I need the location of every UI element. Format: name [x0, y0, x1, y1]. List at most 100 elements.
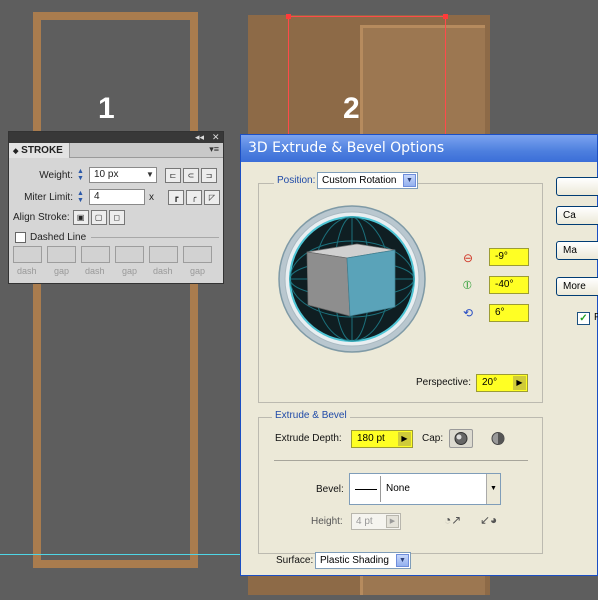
dash-field-3[interactable] — [149, 246, 178, 263]
more-options-button[interactable]: More — [556, 277, 598, 296]
miter-stepper-icon[interactable]: ▲ ▼ — [76, 189, 85, 205]
dashed-row: Dashed Line — [15, 232, 220, 243]
align-inside-icon[interactable]: ▢ — [90, 210, 107, 225]
dashed-line-checkbox[interactable] — [15, 232, 26, 243]
extrude-depth-label: Extrude Depth: — [275, 433, 342, 444]
gap-field-1[interactable] — [47, 246, 76, 263]
weight-select[interactable]: 10 px ▼ — [89, 167, 157, 183]
dash-label: dash — [85, 266, 105, 276]
x-rotation-input[interactable]: -9° — [489, 248, 529, 266]
miter-row: Miter Limit: ▲ ▼ 4 x ┏ ╭ ◸ — [13, 189, 220, 205]
align-stroke-label: Align Stroke: — [13, 212, 70, 223]
step-label-2: 2 — [343, 92, 360, 125]
chevron-down-icon[interactable]: ▼ — [403, 174, 416, 187]
extrude-bevel-dialog: 3D Extrude & Bevel Options Position: Cus… — [240, 134, 598, 576]
chevron-down-icon[interactable]: ▼ — [144, 168, 156, 182]
miter-input[interactable]: 4 — [89, 189, 145, 205]
dashed-line-label: Dashed Line — [30, 232, 87, 243]
gap-field-3[interactable] — [183, 246, 212, 263]
x-axis-rotation-icon: ⊖ — [463, 251, 474, 265]
dash-label: dash — [153, 266, 173, 276]
weight-value: 10 px — [94, 169, 119, 180]
perspective-label: Perspective: — [416, 377, 472, 388]
surface-select[interactable]: Plastic Shading ▼ — [315, 552, 411, 569]
position-select[interactable]: Custom Rotation ▼ — [317, 172, 418, 189]
ok-button[interactable] — [556, 177, 598, 196]
chevron-down-icon[interactable]: ▼ — [396, 554, 409, 567]
divider — [91, 237, 220, 238]
cap-on-button[interactable] — [449, 429, 473, 448]
preview-label: P — [594, 312, 598, 323]
projecting-cap-icon[interactable]: ⊐ — [201, 167, 217, 183]
bevel-join-icon[interactable]: ◸ — [204, 189, 220, 205]
height-input[interactable]: 4 pt ▶ — [351, 513, 401, 530]
cube-front — [306, 251, 351, 317]
y-axis-rotation-icon: ⦶ — [463, 278, 472, 292]
miter-join-icon[interactable]: ┏ — [168, 189, 184, 205]
bevel-extent-in-icon[interactable]: ↙◕ — [480, 513, 497, 527]
panel-titlebar[interactable]: ◂◂ ✕ — [9, 132, 223, 143]
collapse-icon[interactable]: ◂◂ — [195, 132, 204, 143]
tab-stroke[interactable]: ◆ STROKE — [9, 143, 70, 158]
extrude-depth-value: 180 pt — [357, 433, 385, 444]
bevel-label: Bevel: — [316, 484, 344, 495]
tab-toggle-icon[interactable]: ◆ — [13, 148, 18, 155]
gap-field-2[interactable] — [115, 246, 144, 263]
rotation-trackball[interactable] — [277, 204, 427, 354]
cap-off-icon[interactable] — [488, 430, 508, 447]
gap-label: gap — [190, 266, 206, 276]
panel-menu-icon[interactable]: ▾≡ — [209, 144, 219, 155]
map-art-button[interactable]: Ma — [556, 241, 598, 260]
extrude-group-title: Extrude & Bevel — [272, 410, 350, 421]
bevel-value: None — [386, 483, 410, 494]
chevron-right-icon[interactable]: ▶ — [398, 432, 411, 446]
dash-field-2[interactable] — [81, 246, 110, 263]
round-cap-icon[interactable]: ⊂ — [183, 167, 199, 183]
dash-label: dash — [17, 266, 37, 276]
perspective-input[interactable]: 20° ▶ — [476, 374, 528, 392]
bevel-extent-out-icon[interactable]: ◔↗ — [444, 513, 461, 527]
round-join-icon[interactable]: ╭ — [186, 189, 202, 205]
preview-checkbox[interactable]: ✓ — [577, 312, 590, 325]
dash-field-1[interactable] — [13, 246, 42, 263]
selection-bounding-box[interactable] — [288, 16, 446, 136]
z-rotation-input[interactable]: 6° — [489, 304, 529, 322]
z-axis-rotation-icon: ⟲ — [463, 306, 474, 320]
y-rotation-input[interactable]: -40° — [489, 276, 529, 294]
divider — [274, 460, 528, 461]
height-value: 4 pt — [356, 516, 373, 527]
weight-label: Weight: — [39, 169, 73, 181]
weight-stepper-icon[interactable]: ▲ ▼ — [76, 167, 85, 183]
position-value: Custom Rotation — [322, 175, 397, 186]
height-label: Height: — [311, 516, 343, 527]
bevel-select[interactable]: None ▼ — [349, 473, 501, 505]
surface-value: Plastic Shading — [320, 555, 389, 566]
artwork-frame-1 — [33, 12, 198, 568]
gap-label: gap — [54, 266, 70, 276]
selection-handle-tl[interactable] — [286, 14, 291, 19]
guide-line — [0, 554, 245, 555]
align-outside-icon[interactable]: ◻ — [108, 210, 125, 225]
cancel-button[interactable]: Ca — [556, 206, 598, 225]
extrude-depth-input[interactable]: 180 pt ▶ — [351, 430, 413, 448]
chevron-right-icon[interactable]: ▶ — [386, 515, 399, 528]
bevel-none-preview — [355, 489, 377, 490]
cap-on-icon — [454, 432, 468, 445]
chevron-down-icon[interactable]: ▼ — [486, 474, 500, 504]
tab-stroke-label: STROKE — [21, 145, 63, 156]
miter-label: Miter Limit: — [24, 191, 73, 203]
perspective-value: 20° — [482, 377, 498, 388]
cube-side — [346, 249, 396, 317]
surface-label: Surface: — [276, 555, 314, 566]
close-icon[interactable]: ✕ — [212, 132, 220, 143]
panel-tab-bar: ◆ STROKE ▾≡ — [9, 143, 223, 158]
weight-row: Weight: ▲ ▼ 10 px ▼ ⊏ ⊂ ⊐ — [13, 167, 217, 183]
miter-x-label: x — [149, 191, 154, 203]
gap-label: gap — [122, 266, 138, 276]
dialog-title[interactable]: 3D Extrude & Bevel Options — [241, 135, 597, 162]
chevron-right-icon[interactable]: ▶ — [513, 376, 526, 390]
position-label: Position: — [274, 175, 319, 186]
butt-cap-icon[interactable]: ⊏ — [165, 167, 181, 183]
align-center-icon[interactable]: ▣ — [72, 210, 89, 225]
selection-handle-tr[interactable] — [443, 14, 448, 19]
